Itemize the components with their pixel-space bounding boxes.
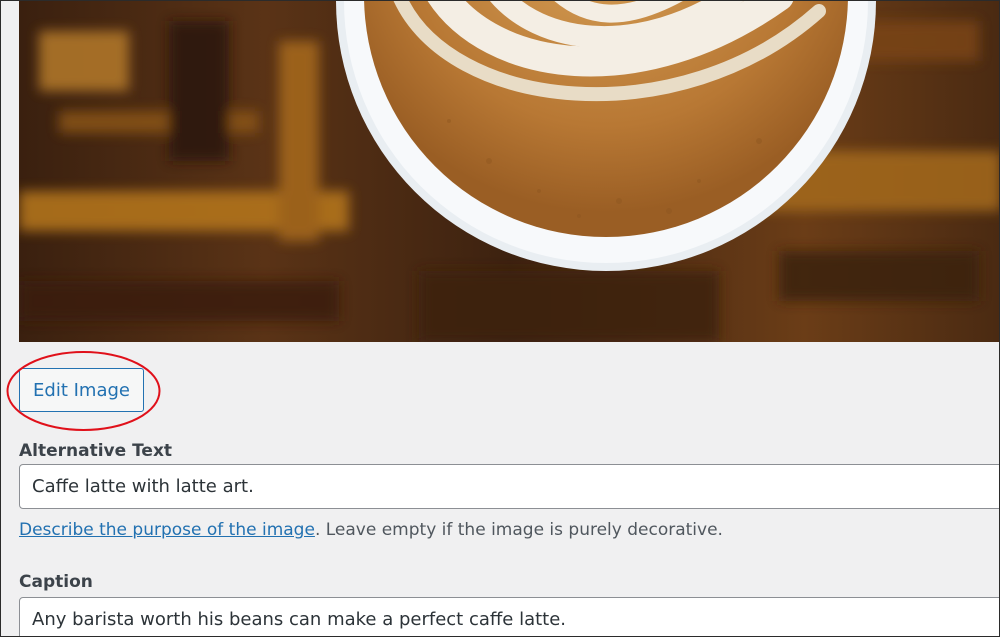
latte-photo-image [19, 1, 999, 342]
attachment-details-panel: Edit Image Alternative Text Describe the… [0, 0, 1000, 637]
caption-input[interactable] [19, 597, 999, 636]
describe-purpose-link[interactable]: Describe the purpose of the image [19, 520, 315, 540]
caption-label: Caption [19, 572, 93, 592]
alt-text-label: Alternative Text [19, 441, 173, 461]
alt-text-input[interactable] [19, 464, 999, 509]
alt-text-help: Describe the purpose of the image. Leave… [19, 520, 723, 540]
alt-text-help-rest: . Leave empty if the image is purely dec… [314, 520, 723, 540]
edit-image-button[interactable]: Edit Image [19, 368, 144, 412]
